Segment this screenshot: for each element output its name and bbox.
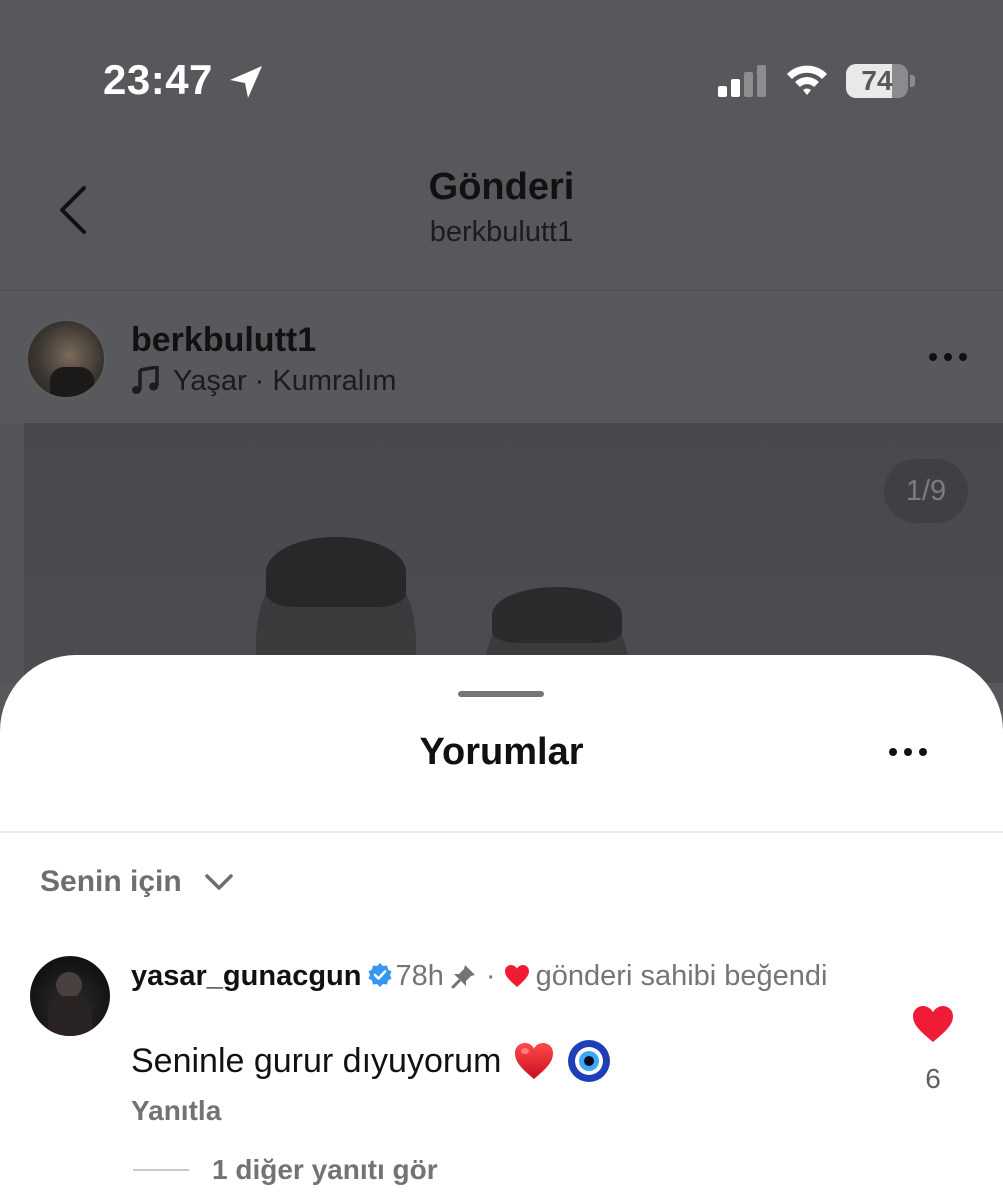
music-note-icon bbox=[132, 366, 159, 394]
verified-badge-icon bbox=[368, 963, 392, 987]
comment-username[interactable]: yasar_gunacgun bbox=[131, 960, 361, 992]
page-subtitle: berkbulutt1 bbox=[429, 216, 574, 248]
post-username[interactable]: berkbulutt1 bbox=[131, 321, 316, 360]
status-bar: 23:47 74 bbox=[0, 0, 1003, 150]
comment-meta: yasar_gunacgun 78h · gönderi sahibi beğe… bbox=[131, 960, 828, 992]
heart-icon bbox=[504, 965, 529, 987]
heart-icon[interactable] bbox=[912, 1005, 954, 1043]
divider bbox=[133, 1169, 189, 1171]
liked-by-owner: gönderi sahibi beğendi bbox=[535, 960, 828, 992]
location-arrow-icon bbox=[230, 66, 262, 98]
page-title: Gönderi bbox=[428, 166, 575, 208]
more-dots-icon[interactable] bbox=[928, 351, 968, 363]
image-counter: 1/9 bbox=[884, 459, 968, 523]
battery-level: 74 bbox=[861, 65, 893, 96]
chevron-down-icon bbox=[204, 874, 233, 890]
post-avatar[interactable] bbox=[26, 319, 106, 399]
comment-body: Seninle gurur dıyuyorum bbox=[131, 1041, 502, 1080]
post-image[interactable]: 1/9 bbox=[0, 423, 1003, 683]
post-header: berkbulutt1 Yaşar · Kumralım bbox=[0, 291, 1003, 423]
comments-title: Yorumlar bbox=[419, 731, 584, 773]
comments-sheet: Yorumlar Senin için yasar_gunacgun 78h ·… bbox=[0, 655, 1003, 1200]
comment-text: Seninle gurur dıyuyorum bbox=[131, 1039, 611, 1083]
more-dots-icon[interactable] bbox=[888, 746, 928, 758]
view-replies-link[interactable]: 1 diğer yanıtı gör bbox=[212, 1154, 438, 1186]
filter-label: Senin için bbox=[40, 865, 182, 898]
nazar-eye-icon bbox=[568, 1040, 611, 1082]
sheet-grabber[interactable] bbox=[458, 691, 544, 697]
battery-icon: 74 bbox=[846, 64, 916, 100]
pin-icon bbox=[451, 965, 475, 989]
post-music[interactable]: Yaşar · Kumralım bbox=[131, 363, 396, 399]
status-time: 23:47 bbox=[103, 56, 213, 103]
comment-avatar[interactable] bbox=[30, 956, 110, 1036]
comment-time: 78h bbox=[395, 960, 444, 992]
signal-icon bbox=[718, 65, 766, 97]
like-count: 6 bbox=[925, 1063, 941, 1094]
comment-filter-dropdown[interactable]: Senin için bbox=[40, 865, 234, 899]
red-heart-emoji-icon bbox=[515, 1043, 554, 1079]
post-music-label: Yaşar · Kumralım bbox=[173, 364, 397, 397]
wifi-icon bbox=[787, 65, 827, 95]
divider bbox=[0, 831, 1003, 833]
reply-button[interactable]: Yanıtla bbox=[131, 1095, 221, 1127]
